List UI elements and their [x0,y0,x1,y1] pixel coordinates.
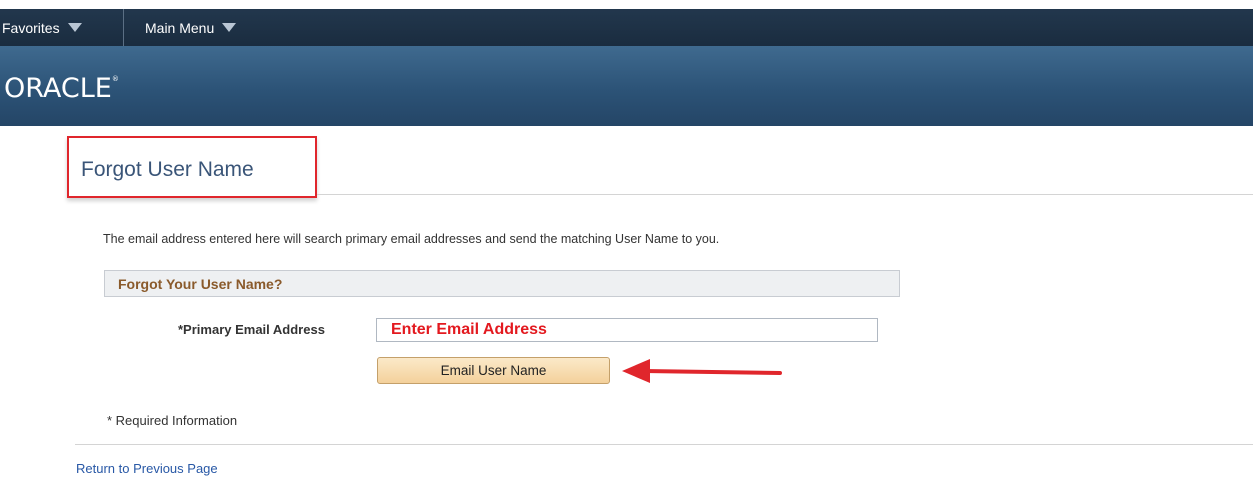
page-title-highlight: Forgot User Name [67,136,317,198]
title-divider [317,194,1253,195]
favorites-menu[interactable]: Favorites [0,9,124,46]
main-menu[interactable]: Main Menu [124,9,237,46]
chevron-down-icon [67,23,82,32]
page-description: The email address entered here will sear… [103,232,720,246]
favorites-menu-label: Favorites [2,19,60,36]
oracle-logo-text: ORACLE [4,73,112,104]
group-box-header: Forgot Your User Name? [104,270,900,297]
trademark-mark: ® [111,75,119,83]
oracle-logo: ORACLE® [4,73,119,104]
brand-banner: ORACLE® [0,46,1253,126]
page-title: Forgot User Name [81,158,254,181]
required-info-note: * Required Information [107,413,238,428]
red-arrow-left-icon [622,359,782,383]
email-field[interactable] [376,318,878,342]
chevron-down-icon [222,23,237,32]
group-box-title: Forgot Your User Name? [118,276,283,292]
navigation-bar: Favorites Main Menu [0,9,1253,46]
main-menu-label: Main Menu [145,19,215,36]
return-to-previous-page-link[interactable]: Return to Previous Page [76,461,218,476]
footer-divider [75,444,1253,445]
email-user-name-button[interactable]: Email User Name [377,357,610,384]
top-strip [0,0,1253,9]
email-field-label: *Primary Email Address [178,322,325,337]
